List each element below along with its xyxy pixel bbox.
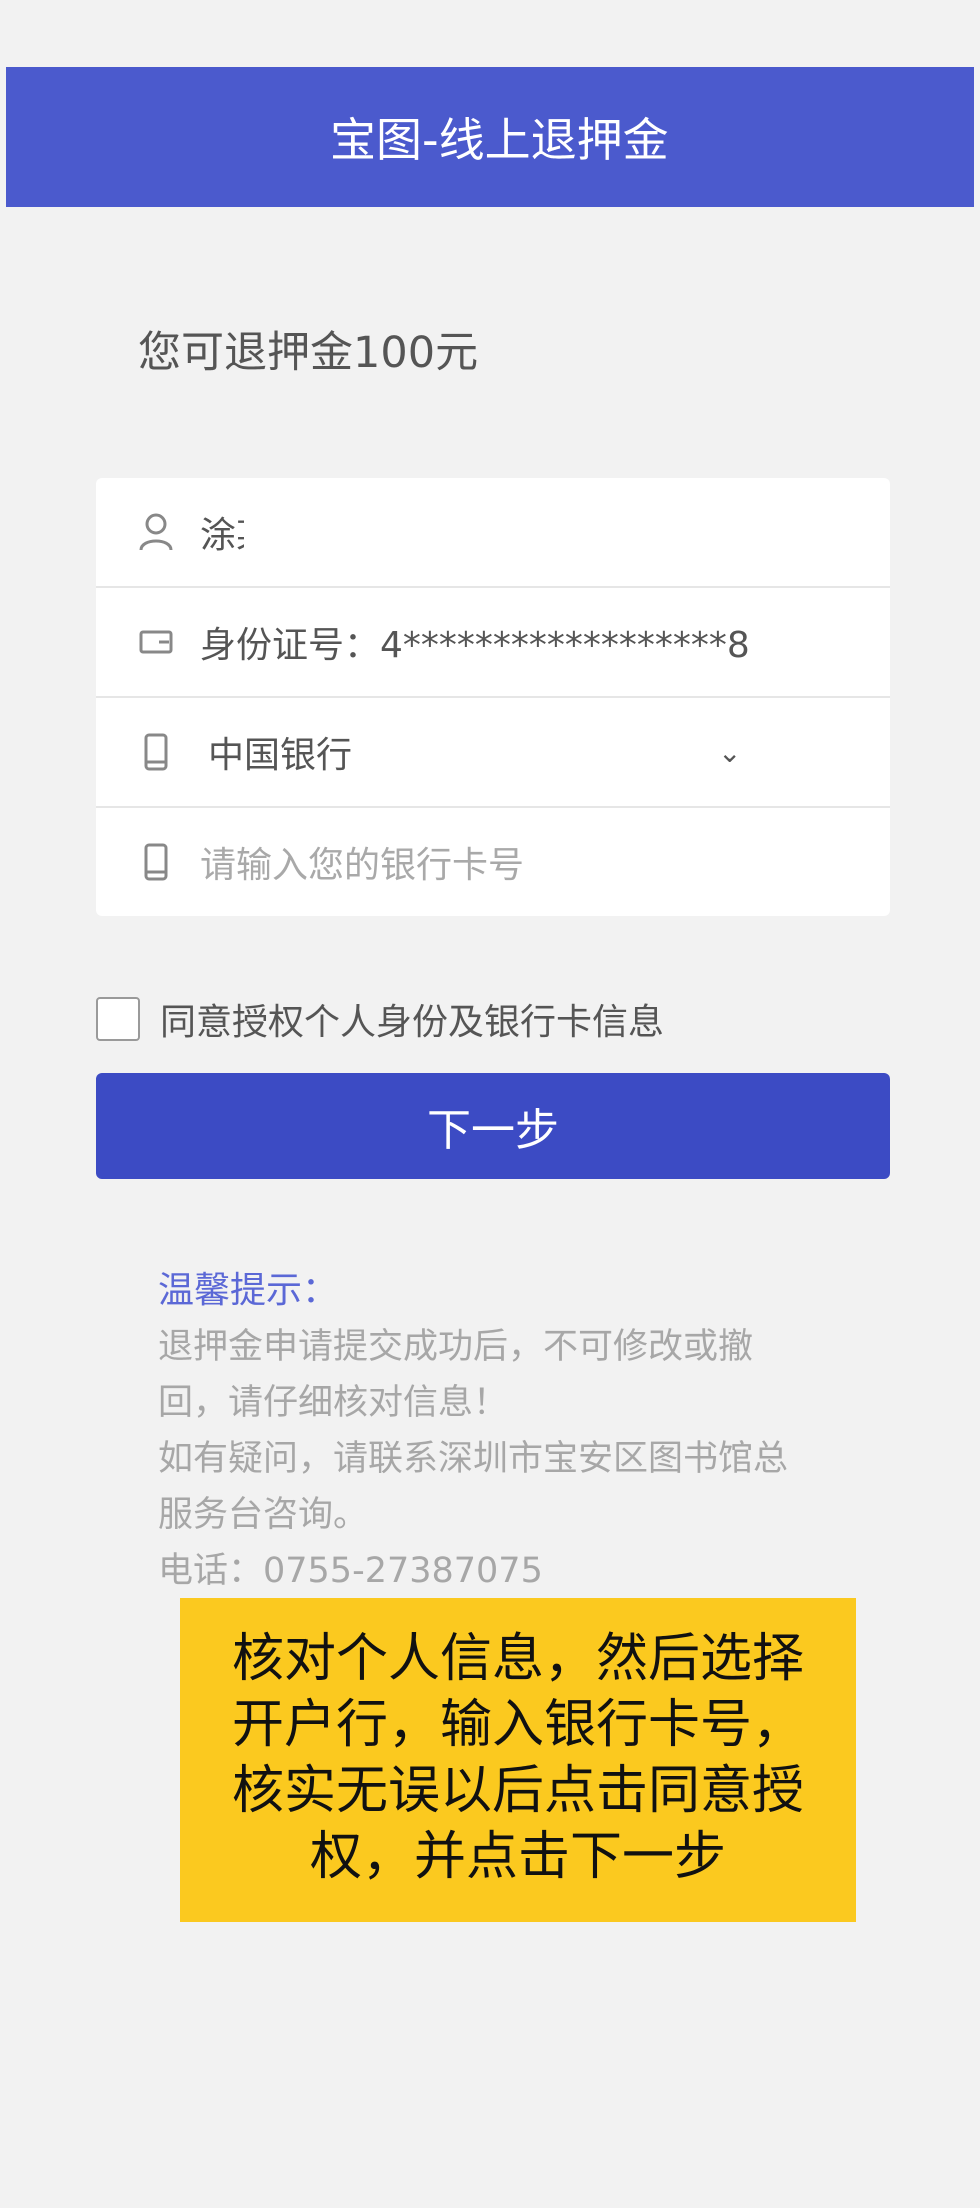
agree-row: 同意授权个人身份及银行卡信息 [96,993,664,1045]
note-line: 核对个人信息，然后选择 [231,1629,804,1689]
phone-icon [132,732,180,772]
name-field[interactable]: 涂某某 [96,478,890,588]
tips-line: 服务台咨询。 [158,1495,369,1535]
chevron-down-icon[interactable]: ⌄ [718,736,741,769]
card-number-field[interactable]: 请输入您的银行卡号 [96,808,890,916]
name-value: 涂某某 [200,515,244,556]
page-title: 宝图-线上退押金流程 [330,113,670,167]
tips-line: 如有疑问，请联系深圳市宝安区图书馆总 [158,1439,789,1479]
refund-amount: 您可退押金100元 [138,328,479,378]
note-line: 开户行，输入银行卡号， [231,1695,804,1755]
card-number-input[interactable]: 请输入您的银行卡号 [200,836,524,888]
note-line: 核实无误以后点击同意授 [231,1761,804,1821]
app-header: 宝图-线上退押金流程 [6,67,974,207]
next-button[interactable]: 下一步 [96,1073,890,1179]
id-card-icon [132,628,180,656]
phone-icon [132,842,180,882]
bank-select[interactable]: 中国银行 ⌄ [96,698,890,808]
tips-title: 温馨提示： [158,1270,339,1311]
refund-form: 涂某某 身份证号：4******************8 中国银行 ⌄ 请输入 [96,478,890,916]
tips: 温馨提示： 退押金申请提交成功后，不可修改或撤 回，请仔细核对信息！ 如有疑问，… [158,1263,828,1599]
agree-checkbox[interactable] [96,997,140,1041]
bank-value: 中国银行 [208,735,353,776]
agree-label: 同意授权个人身份及银行卡信息 [160,1002,665,1043]
id-field[interactable]: 身份证号：4******************8 [96,588,890,698]
tips-line: 回，请仔细核对信息！ [158,1383,509,1423]
tips-line: 退押金申请提交成功后，不可修改或撤 [158,1327,754,1367]
tips-phone: 电话：0755-27387075 [158,1551,543,1591]
instruction-note: 核对个人信息，然后选择 开户行，输入银行卡号， 核实无误以后点击同意授 权，并点… [180,1598,856,1922]
note-line: 权，并点击下一步 [309,1827,726,1887]
id-value: 身份证号：4******************8 [200,625,750,666]
user-icon [132,512,180,552]
